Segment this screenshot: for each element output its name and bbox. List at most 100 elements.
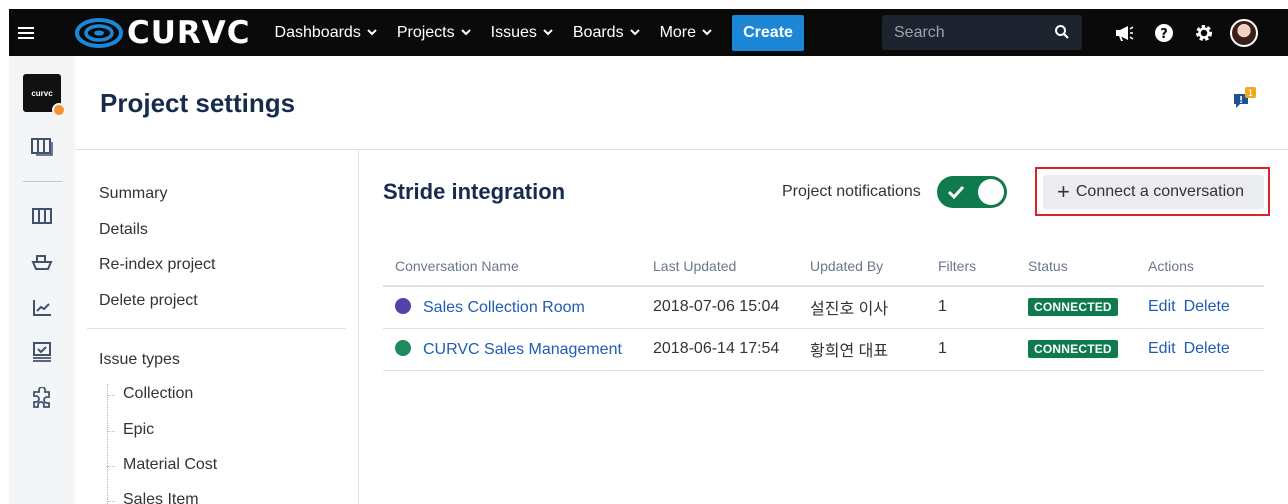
chevron-down-icon (460, 29, 471, 36)
issue-type-collection[interactable]: Collection (123, 385, 193, 403)
menu-boards-label: Boards (572, 23, 624, 41)
plus-icon: + (1057, 179, 1070, 204)
create-button[interactable]: Create (732, 14, 805, 51)
project-avatar-text: curvc (31, 88, 53, 98)
column-header-name: Conversation Name (383, 246, 653, 287)
feedback-button[interactable]: 1 (1232, 86, 1258, 112)
table-row: Sales Collection Room 2018-07-06 15:04 설… (383, 286, 1264, 329)
logo-icon (75, 17, 123, 48)
column-divider (358, 150, 359, 504)
status-badge: CONNECTED (1028, 298, 1118, 317)
filters-count: 1 (938, 286, 1028, 329)
menu-dashboards[interactable]: Dashboards (265, 9, 387, 56)
issue-type-epic[interactable]: Epic (123, 421, 154, 439)
checkmark-icon (947, 185, 965, 200)
last-updated: 2018-06-14 17:54 (653, 328, 810, 371)
issue-type-material-cost[interactable]: Material Cost (123, 456, 217, 474)
settings-nav-issue-types[interactable]: Issue types (99, 342, 180, 377)
svg-text:?: ? (1160, 27, 1168, 42)
menu-icon[interactable] (9, 9, 43, 56)
chevron-down-icon (629, 29, 640, 36)
conversation-link[interactable]: Sales Collection Room (423, 299, 585, 316)
feedback-icon: 1 (1234, 87, 1256, 108)
chevron-down-icon (543, 29, 553, 36)
main-menu: Dashboards Projects Issues Boards More C… (265, 9, 805, 56)
settings-nav-divider (87, 328, 346, 329)
chevron-down-icon (367, 29, 377, 36)
column-header-updated: Last Updated (653, 246, 810, 287)
help-icon[interactable]: ? (1144, 9, 1184, 56)
menu-more-label: More (659, 23, 697, 41)
project-sidebar: curvc (9, 56, 75, 504)
search-icon[interactable] (1054, 24, 1070, 40)
column-header-actions: Actions (1148, 246, 1264, 287)
releases-icon[interactable] (29, 249, 55, 275)
backlog-icon[interactable] (29, 203, 55, 229)
delete-link[interactable]: Delete (1184, 340, 1230, 357)
conversations-table: Conversation Name Last Updated Updated B… (383, 246, 1264, 371)
search-input[interactable] (894, 23, 1044, 42)
conversation-link[interactable]: CURVC Sales Management (423, 341, 622, 358)
project-badge-icon (52, 103, 66, 117)
feedback-badge: 1 (1248, 89, 1254, 99)
avatar (1230, 18, 1258, 47)
menu-issues-label: Issues (490, 23, 537, 41)
status-badge: CONNECTED (1028, 340, 1118, 358)
delete-link[interactable]: Delete (1184, 298, 1230, 315)
reports-icon[interactable] (29, 295, 55, 321)
issue-types-tree-line (107, 384, 108, 504)
issue-types-section: Issue types (99, 342, 180, 377)
edit-link[interactable]: Edit (1148, 340, 1176, 357)
edit-link[interactable]: Edit (1148, 298, 1176, 315)
conversation-icon (395, 297, 411, 314)
menu-projects-label: Projects (396, 23, 455, 41)
add-ons-icon[interactable] (29, 385, 55, 411)
settings-nav-reindex[interactable]: Re-index project (99, 247, 216, 283)
menu-issues[interactable]: Issues (481, 9, 563, 56)
header-divider (75, 149, 1288, 150)
top-navigation: CURVC Dashboards Projects Issues Boards … (9, 9, 1288, 56)
nav-icons: ? (1104, 9, 1264, 56)
updated-by: 설진호 이사 (810, 286, 938, 329)
connect-conversation-button[interactable]: + Connect a conversation (1043, 175, 1264, 209)
project-avatar[interactable]: curvc (23, 74, 66, 117)
user-avatar[interactable] (1224, 9, 1264, 56)
menu-boards[interactable]: Boards (563, 9, 650, 56)
issue-type-sales-item[interactable]: Sales Item (123, 491, 199, 504)
settings-nav-details[interactable]: Details (99, 212, 216, 248)
board-icon[interactable] (29, 134, 55, 160)
column-header-filters: Filters (938, 246, 1028, 287)
settings-nav-summary[interactable]: Summary (99, 176, 216, 212)
table-header: Conversation Name Last Updated Updated B… (383, 246, 1264, 287)
table-row: CURVC Sales Management 2018-06-14 17:54 … (383, 328, 1264, 371)
tree-branch (107, 431, 115, 432)
notifications-toggle[interactable] (937, 176, 1007, 208)
tree-branch (107, 466, 115, 467)
menu-projects[interactable]: Projects (387, 9, 481, 56)
megaphone-icon[interactable] (1104, 9, 1144, 56)
connect-conversation-label: Connect a conversation (1075, 183, 1244, 200)
column-header-by: Updated By (810, 246, 938, 287)
search-box (882, 15, 1082, 50)
issues-icon[interactable] (29, 339, 55, 365)
chevron-down-icon (702, 29, 712, 36)
settings-nav-delete[interactable]: Delete project (99, 283, 216, 319)
conversation-icon (395, 339, 411, 356)
page-title: Project settings (100, 88, 296, 118)
menu-more[interactable]: More (650, 9, 722, 56)
settings-icon[interactable] (1184, 9, 1224, 56)
tree-branch (107, 501, 115, 502)
menu-dashboards-label: Dashboards (274, 23, 361, 41)
settings-navigation: Summary Details Re-index project Delete … (99, 176, 216, 318)
filters-count: 1 (938, 328, 1028, 371)
logo[interactable]: CURVC (75, 9, 251, 56)
tree-branch (107, 395, 115, 396)
sidebar-divider (23, 181, 63, 182)
logo-text: CURVC (127, 14, 251, 51)
column-header-status: Status (1028, 246, 1148, 287)
notifications-label: Project notifications (782, 183, 921, 200)
updated-by: 황희연 대표 (810, 328, 938, 371)
section-title: Stride integration (383, 179, 566, 204)
last-updated: 2018-07-06 15:04 (653, 286, 810, 329)
toggle-knob (978, 179, 1004, 205)
